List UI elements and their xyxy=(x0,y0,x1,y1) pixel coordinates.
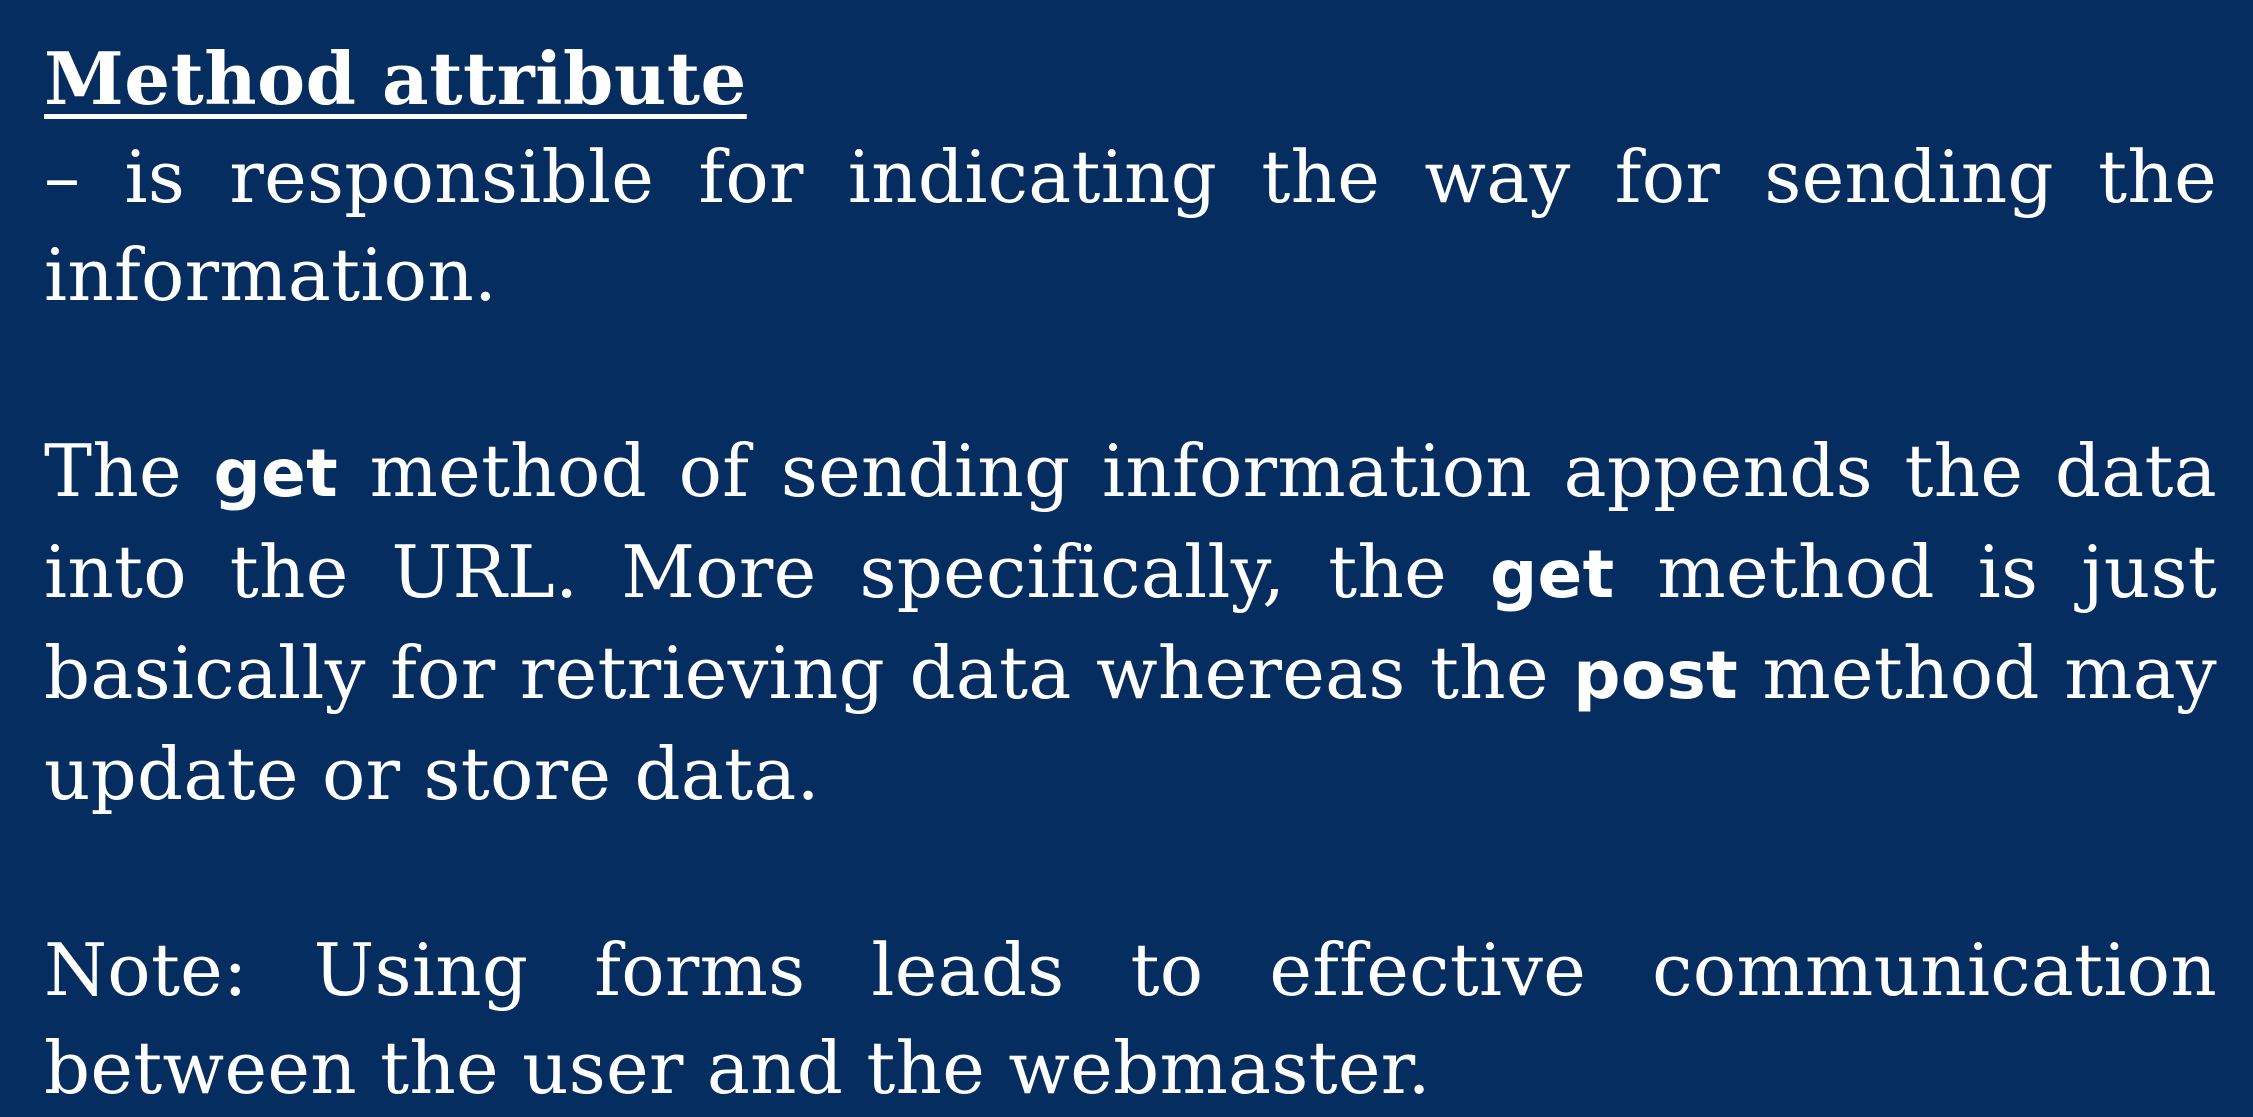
keyword-get: get xyxy=(213,435,338,512)
get-post-paragraph: The get method of sending information ap… xyxy=(44,422,2217,823)
slide: Method attribute – is responsible for in… xyxy=(0,0,2253,1110)
keyword-post: post xyxy=(1573,637,1738,714)
text-segment: The xyxy=(44,429,214,513)
heading-method-attribute: Method attribute xyxy=(44,36,747,121)
definition-paragraph: – is responsible for indicating the way … xyxy=(44,135,2217,317)
keyword-get: get xyxy=(1489,536,1615,613)
note-paragraph: Note: Using forms leads to effective com… xyxy=(44,928,2217,1110)
